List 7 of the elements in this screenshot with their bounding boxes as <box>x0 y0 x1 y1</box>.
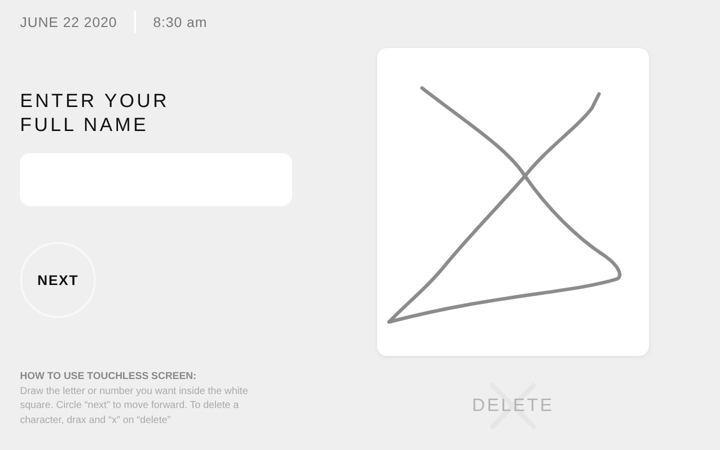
instructions-text: Draw the letter or number you want inside the white square. Circle “next” to move forward. To delete a character, drax and “x” on “delete” <box>20 384 248 428</box>
time-text: 8:30 am <box>153 14 208 30</box>
next-button[interactable]: NEXT <box>20 242 96 318</box>
drawing-pad[interactable] <box>377 48 649 356</box>
date-text: JUNE 22 2020 <box>20 14 118 30</box>
instructions-heading: HOW TO USE TOUCHLESS SCREEN: <box>20 370 198 384</box>
name-prompt-title: ENTER YOUR FULL NAME <box>20 90 170 138</box>
